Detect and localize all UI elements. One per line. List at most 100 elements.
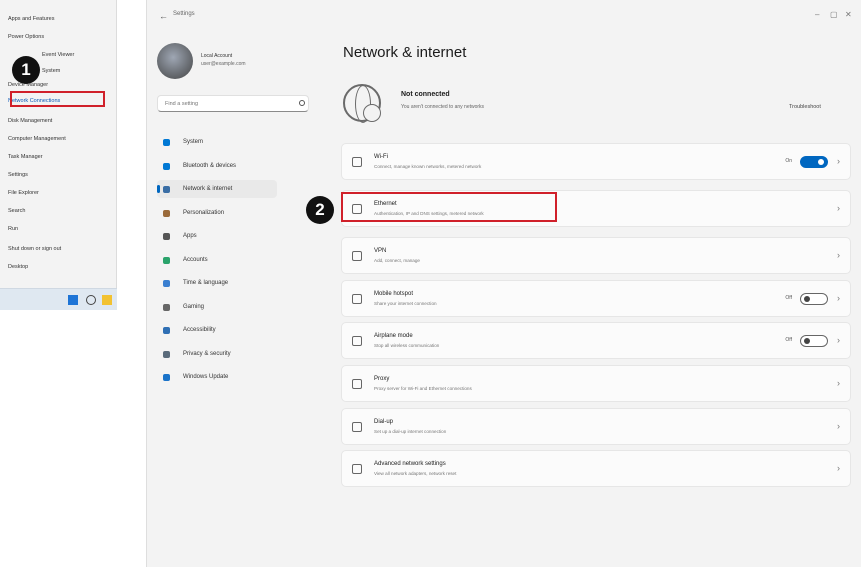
toggle-state-label: Off [785, 337, 792, 343]
sidebar-item[interactable]: Accounts [157, 251, 277, 269]
connection-status-desc: You aren't connected to any networks [401, 104, 485, 110]
settings-card[interactable]: Proxy Proxy server for Wi-Fi and Ethernet… [341, 365, 851, 402]
back-arrow-icon[interactable]: ← [159, 11, 169, 21]
menu-item[interactable]: Power Options [8, 31, 108, 43]
windows-start-icon[interactable] [68, 295, 78, 305]
sidebar-item[interactable]: Personalization [157, 204, 277, 222]
sidebar-item[interactable]: Gaming [157, 298, 277, 316]
sidebar-item-label: Gaming [183, 303, 205, 310]
menu-item[interactable]: Shut down or sign out [8, 243, 108, 255]
menu-item[interactable]: Computer Management [8, 133, 108, 145]
step-badge-2: 2 [306, 196, 334, 224]
settings-card[interactable]: Airplane mode Stop all wireless communica… [341, 322, 851, 359]
chevron-right-icon: › [837, 421, 840, 431]
chevron-right-icon: › [837, 378, 840, 388]
accessibility-icon [163, 327, 170, 334]
wifi-icon [352, 157, 362, 167]
sidebar-item[interactable]: System [157, 133, 277, 151]
settings-card[interactable]: Wi-Fi Connect, manage known networks, met… [341, 143, 851, 180]
chevron-right-icon: › [837, 293, 840, 303]
settings-card[interactable]: Dial-up Set up a dial-up internet connect… [341, 408, 851, 445]
menu-item[interactable]: Search [8, 205, 108, 217]
sidebar-item[interactable]: Windows Update [157, 368, 277, 386]
avatar[interactable] [157, 43, 193, 79]
menu-item[interactable]: Apps and Features [8, 13, 108, 25]
sidebar-item-label: Bluetooth & devices [183, 162, 237, 169]
settings-card[interactable]: Advanced network settings View all networ… [341, 450, 851, 487]
menu-item[interactable]: Disk Management [8, 115, 108, 127]
page-title: Network & internet [343, 44, 467, 61]
person-icon [163, 256, 170, 264]
network-icon [163, 186, 170, 193]
card-title: Dial-up [374, 419, 394, 425]
chevron-right-icon: › [837, 156, 840, 166]
sidebar-item-label: Network & internet [183, 186, 233, 192]
menu-item[interactable]: Event Viewer [42, 49, 142, 61]
step-badge-1: 1 [12, 56, 40, 84]
sidebar-item[interactable]: Network & internet [157, 180, 277, 198]
chevron-right-icon: › [837, 335, 840, 345]
title-bar: ← Settings – ▢ ✕ [147, 0, 861, 32]
search-input[interactable] [157, 95, 309, 112]
sidebar-item[interactable]: Apps [157, 227, 277, 245]
sidebar-item-label: Apps [183, 233, 197, 239]
profile-email: user@example.com [201, 61, 246, 67]
proxy-icon [352, 379, 362, 389]
brush-icon [163, 209, 170, 217]
toggle-switch[interactable] [800, 335, 828, 347]
sidebar-item[interactable]: Privacy & security [157, 345, 277, 363]
toggle-knob [804, 338, 810, 344]
settings-card[interactable]: Mobile hotspot Share your internet connec… [341, 280, 851, 317]
apps-icon [163, 233, 170, 240]
shield-icon [163, 350, 170, 358]
search-icon [299, 100, 305, 106]
monitor-icon [163, 139, 170, 146]
card-description: Proxy server for Wi-Fi and Ethernet conn… [374, 386, 472, 391]
menu-item[interactable]: System [42, 65, 142, 77]
card-title: Airplane mode [374, 333, 413, 339]
sidebar-item[interactable]: Accessibility [157, 321, 277, 339]
advanced-network-icon [352, 464, 362, 474]
menu-item[interactable]: File Explorer [8, 187, 108, 199]
settings-card[interactable]: VPN Add, connect, manage › [341, 237, 851, 274]
toggle-state-label: Off [785, 295, 792, 301]
sidebar-item[interactable]: Bluetooth & devices [157, 157, 277, 175]
gamepad-icon [163, 303, 170, 311]
sidebar-item[interactable]: Time & language [157, 274, 277, 292]
card-title: Proxy [374, 376, 390, 382]
bluetooth-icon [163, 162, 170, 170]
sidebar-item-label: System [183, 139, 204, 145]
chevron-right-icon: › [837, 463, 840, 473]
globe-icon [343, 84, 381, 123]
card-title: Advanced network settings [374, 461, 446, 467]
maximize-button[interactable]: ▢ [830, 10, 838, 19]
card-description: Connect, manage known networks, metered … [374, 164, 482, 169]
menu-item[interactable]: Run [8, 223, 108, 235]
vpn-icon [352, 251, 362, 261]
sidebar-item-label: Time & language [183, 280, 229, 286]
menu-item[interactable]: Task Manager [8, 151, 108, 163]
toggle-state-label: On [785, 158, 792, 164]
sidebar-item-label: Accessibility [183, 327, 216, 333]
card-description: Set up a dial-up internet connection [374, 429, 447, 434]
toggle-knob [818, 159, 824, 165]
hotspot-icon [352, 294, 362, 304]
clock-icon [163, 280, 170, 287]
sidebar-item-label: Windows Update [183, 374, 229, 380]
dialup-icon [352, 422, 362, 432]
minimize-button[interactable]: – [815, 10, 819, 19]
toggle-switch[interactable] [800, 293, 828, 305]
card-description: Share your internet connection [374, 301, 437, 306]
menu-item[interactable]: Settings [8, 169, 108, 181]
search-icon[interactable] [86, 295, 96, 305]
sidebar-item-label: Personalization [183, 209, 225, 216]
menu-item[interactable]: Desktop [8, 261, 108, 273]
card-description: View all network adapters, network reset [374, 471, 457, 476]
power-user-menu: Apps and Features Power Options Event View… [0, 0, 117, 310]
close-button[interactable]: ✕ [845, 10, 852, 19]
card-title: VPN [374, 248, 387, 254]
troubleshoot-button[interactable]: Troubleshoot [789, 104, 821, 110]
card-description: Stop all wireless communication [374, 343, 440, 348]
toggle-switch[interactable] [800, 156, 828, 168]
file-explorer-icon[interactable] [102, 295, 112, 305]
